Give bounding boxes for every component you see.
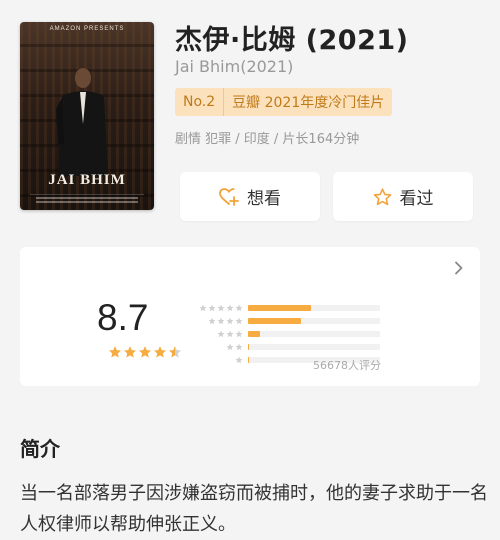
movie-original-title: Jai Bhim(2021) (175, 57, 294, 76)
small-star-icon (226, 317, 234, 324)
poster-credits (30, 194, 144, 205)
small-star-icon (217, 304, 225, 311)
distribution-bar (248, 304, 380, 311)
poster-title: JAI BHIM (48, 172, 126, 188)
distribution-bar-fill (248, 304, 312, 311)
small-star-icon (226, 330, 234, 337)
want-to-watch-label: 想看 (247, 189, 281, 209)
star-icon (153, 346, 167, 358)
star-icon (108, 346, 122, 358)
distribution-stars (198, 317, 243, 325)
rank-label: 豆瓣 2021年度冷门佳片 (232, 95, 385, 111)
star-icon (123, 346, 137, 358)
distribution-stars (198, 330, 243, 338)
poster-header: AMAZON PRESENTS (49, 26, 125, 32)
chevron-right-icon[interactable] (452, 261, 466, 275)
small-star-icon (226, 343, 234, 350)
watched-button[interactable]: 看过 (333, 172, 473, 221)
rating-score: 8.7 (97, 297, 149, 338)
distribution-stars (198, 356, 243, 364)
intro-heading: 简介 (20, 437, 60, 461)
rating-count: 56678人评分 (313, 359, 381, 372)
star-outline-icon (373, 187, 391, 205)
want-to-watch-button[interactable]: 想看 (180, 172, 320, 221)
watched-label: 看过 (399, 189, 434, 209)
distribution-bar-fill (248, 317, 301, 324)
star-icon (138, 346, 152, 358)
small-star-icon (199, 304, 207, 311)
distribution-row-4-stars (198, 315, 388, 326)
small-star-icon (235, 356, 243, 363)
distribution-bar-fill (248, 356, 249, 363)
movie-title: 杰伊·比姆 (2021) (175, 25, 409, 56)
small-star-icon (226, 304, 234, 311)
small-star-icon (208, 304, 216, 311)
star-icon (168, 346, 182, 358)
small-star-icon (235, 304, 243, 311)
poster-figure (56, 68, 108, 176)
distribution-bar (248, 330, 380, 337)
small-star-icon (208, 317, 216, 324)
distribution-bar (248, 343, 380, 350)
small-star-icon (217, 317, 225, 324)
movie-meta: 剧情 犯罪 / 印度 / 片长164分钟 (175, 132, 360, 147)
distribution-row-5-stars (198, 302, 388, 313)
intro-text: 当一名部落男子因涉嫌盗窃而被捕时，他的妻子求助于一名人权律师以帮助伸张正义。 (20, 483, 488, 535)
distribution-bar-fill (248, 330, 260, 337)
distribution-bar (248, 317, 380, 324)
movie-poster[interactable]: AMAZON PRESENTS JAI BHIM (20, 22, 154, 210)
distribution-stars (198, 304, 243, 312)
small-star-icon (235, 317, 243, 324)
heart-plus-icon (219, 187, 239, 206)
distribution-bar-fill (248, 343, 250, 350)
rank-number: No.2 (175, 88, 225, 116)
distribution-row-2-stars (198, 341, 388, 352)
movie-header: AMAZON PRESENTS JAI BHIM 杰伊·比姆 (2021) Ja… (0, 0, 500, 245)
small-star-icon (235, 330, 243, 337)
rating-stars (108, 345, 182, 359)
rank-badge[interactable]: No.2 豆瓣 2021年度冷门佳片 (175, 88, 393, 116)
distribution-stars (198, 343, 243, 351)
small-star-icon (235, 343, 243, 350)
distribution-row-3-stars (198, 328, 388, 339)
small-star-icon (217, 330, 225, 337)
